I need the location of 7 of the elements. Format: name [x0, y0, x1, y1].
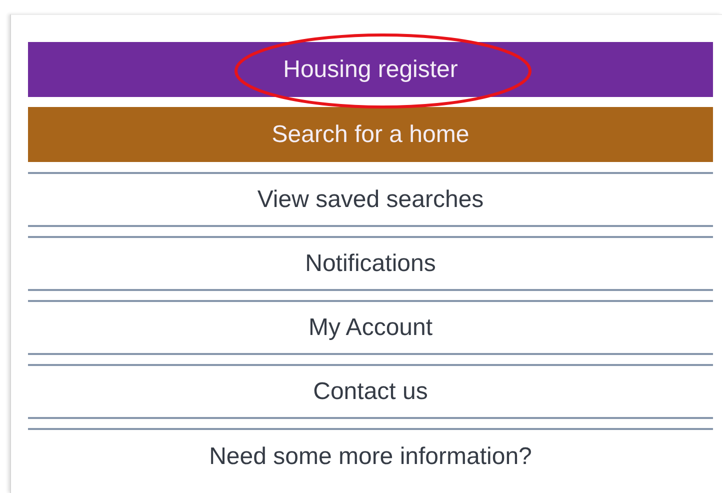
menu-item[interactable]: Contact us [28, 364, 713, 419]
menu-item[interactable]: Notifications [28, 236, 713, 291]
menu-item[interactable]: Need some more information? [28, 428, 713, 483]
menu-item[interactable]: Search for a home [28, 107, 713, 162]
menu-item[interactable]: Housing register [28, 42, 713, 97]
menu-item[interactable]: View saved searches [28, 172, 713, 227]
menu-item[interactable]: My Account [28, 300, 713, 355]
